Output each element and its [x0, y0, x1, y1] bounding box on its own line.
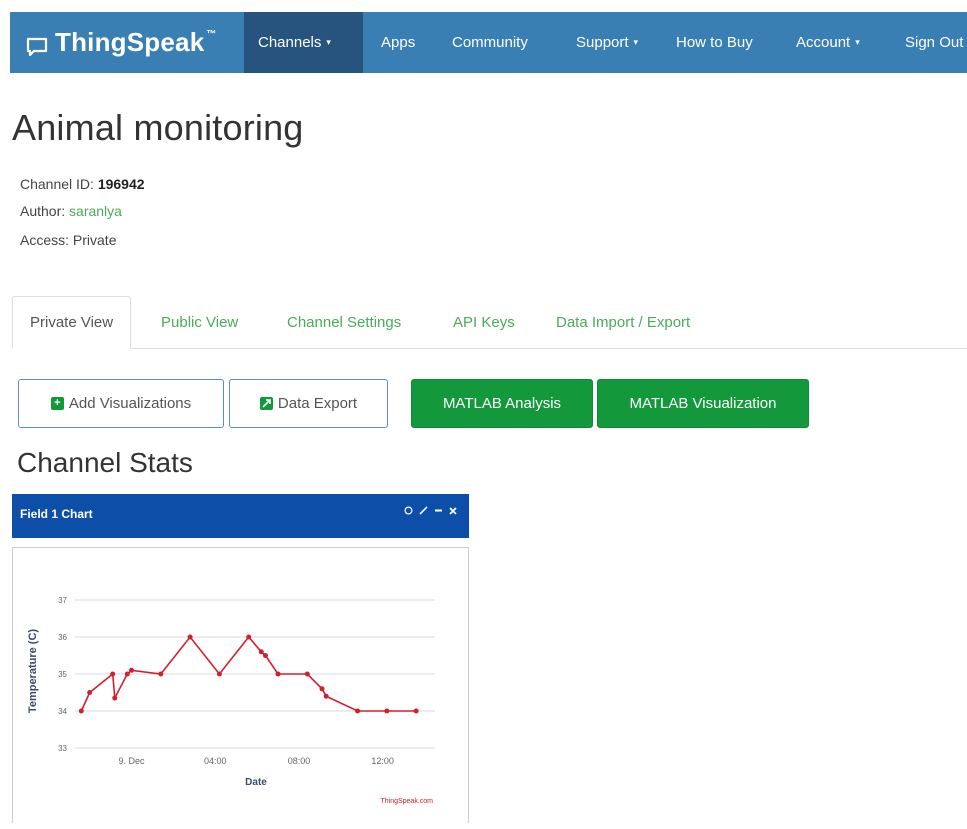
plus-icon: +: [50, 397, 64, 410]
channel-tabs: Private View Public View Channel Setting…: [12, 296, 967, 349]
tab-data-import-export-label: Data Import / Export: [556, 313, 691, 331]
tab-public-view-label: Public View: [161, 313, 239, 331]
chat-bubble-icon: [26, 33, 48, 56]
data-point[interactable]: [262, 653, 268, 658]
data-point[interactable]: [158, 671, 164, 677]
tab-data-import-export[interactable]: Data Import / Export: [556, 296, 690, 348]
brand-name: ThingSpeak: [55, 27, 205, 57]
access-label: Access:: [20, 232, 73, 248]
data-point[interactable]: [187, 634, 193, 640]
tab-api-keys-label: API Keys: [453, 313, 515, 331]
channel-stats-heading: Channel Stats: [17, 447, 193, 478]
nav-sign-out-label: Sign Out: [905, 34, 964, 51]
nav-apps-label: Apps: [381, 34, 416, 51]
temperature-line-chart: 33 34 35 36 37 9. Dec 04:00 08:00 12:00 Tempera…: [27, 596, 435, 805]
chevron-down-icon: ▾: [633, 37, 639, 47]
data-point[interactable]: [110, 671, 116, 677]
matlab-visualization-button[interactable]: MATLAB Visualization: [597, 379, 809, 428]
data-point[interactable]: [258, 649, 264, 655]
nav-channels[interactable]: Channels ▾: [244, 12, 363, 73]
access-row: Access: Private: [20, 232, 116, 248]
x-tick-label: 9. Dec: [119, 756, 146, 766]
nav-how-to-buy-label: How to Buy: [676, 34, 753, 51]
edit-icon[interactable]: [419, 506, 428, 518]
add-visualizations-label: Add Visualizations: [68, 395, 192, 412]
nav-channels-label: Channels: [258, 34, 322, 51]
x-tick-label: 04:00: [204, 756, 227, 766]
data-point[interactable]: [129, 667, 135, 673]
data-point[interactable]: [124, 671, 130, 677]
add-visualizations-button[interactable]: + Add Visualizations: [18, 379, 224, 428]
data-point[interactable]: [78, 708, 84, 714]
matlab-analysis-button[interactable]: MATLAB Analysis: [411, 379, 593, 428]
channel-id-value: 196942: [97, 176, 145, 192]
tab-private-view[interactable]: Private View: [12, 296, 132, 349]
data-point[interactable]: [216, 671, 222, 677]
field-1-chart-body: 33 34 35 36 37 9. Dec 04:00 08:00 12:00 Tempera…: [12, 547, 469, 823]
x-tick-label: 12:00: [371, 756, 394, 766]
nav-community[interactable]: Community: [438, 12, 542, 73]
brand-trademark: ™: [206, 29, 217, 40]
data-export-label: Data Export: [277, 395, 358, 412]
data-point[interactable]: [87, 690, 93, 695]
close-icon[interactable]: [449, 506, 457, 518]
nav-how-to-buy[interactable]: How to Buy: [662, 12, 767, 73]
author-row: Author: saranlya: [20, 203, 122, 219]
nav-community-label: Community: [452, 34, 528, 51]
chart-credit[interactable]: ThingSpeak.com: [380, 798, 433, 805]
field-1-chart-header: Field 1 Chart: [12, 494, 469, 538]
comment-icon[interactable]: [404, 506, 413, 518]
y-tick-label: 33: [58, 744, 67, 753]
page-title: Animal monitoring: [12, 107, 304, 148]
x-tick-label: 08:00: [288, 756, 311, 766]
data-point[interactable]: [384, 708, 390, 714]
tab-channel-settings-label: Channel Settings: [287, 313, 402, 331]
widget-controls: [404, 506, 457, 518]
author-link[interactable]: saranlya: [69, 203, 122, 219]
nav-support[interactable]: Support ▾: [562, 12, 652, 73]
data-point[interactable]: [319, 686, 325, 692]
author-label: Author:: [20, 203, 70, 219]
data-point[interactable]: [112, 695, 118, 701]
y-tick-label: 36: [58, 633, 67, 642]
data-point[interactable]: [246, 634, 252, 640]
y-tick-label: 37: [58, 596, 67, 605]
widget-title: Field 1 Chart: [20, 507, 93, 521]
tab-api-keys[interactable]: API Keys: [453, 296, 515, 348]
nav-account[interactable]: Account ▾: [782, 12, 874, 73]
export-icon: [259, 397, 273, 410]
chevron-down-icon: ▾: [855, 37, 860, 47]
matlab-visualization-label: MATLAB Visualization: [629, 395, 777, 412]
top-navbar: ThingSpeak ™ Channels ▾ Apps Community Sup…: [10, 12, 967, 73]
y-tick-label: 34: [58, 707, 67, 716]
data-point[interactable]: [275, 671, 281, 677]
y-tick-label: 35: [58, 670, 67, 679]
tab-private-view-label: Private View: [30, 314, 114, 331]
nav-account-label: Account: [796, 34, 851, 51]
x-axis-label: Date: [245, 777, 267, 788]
tab-public-view[interactable]: Public View: [161, 296, 238, 348]
data-export-button[interactable]: Data Export: [229, 379, 388, 428]
minimize-icon[interactable]: [434, 506, 443, 518]
tab-channel-settings[interactable]: Channel Settings: [287, 296, 401, 348]
chevron-down-icon: ▾: [326, 37, 331, 47]
data-point[interactable]: [355, 708, 361, 714]
nav-apps[interactable]: Apps: [367, 12, 429, 73]
matlab-analysis-label: MATLAB Analysis: [442, 395, 562, 412]
access-value: Private: [72, 232, 117, 248]
data-point[interactable]: [413, 708, 419, 714]
data-point[interactable]: [304, 671, 310, 677]
channel-id-row: Channel ID: 196942: [20, 176, 145, 192]
channel-id-label: Channel ID:: [20, 176, 98, 192]
brand-logo[interactable]: ThingSpeak ™: [26, 12, 217, 73]
nav-support-label: Support: [576, 34, 629, 51]
data-point[interactable]: [323, 693, 329, 699]
y-axis-label: Temperature (C): [27, 629, 39, 713]
nav-sign-out[interactable]: Sign Out: [891, 12, 967, 73]
